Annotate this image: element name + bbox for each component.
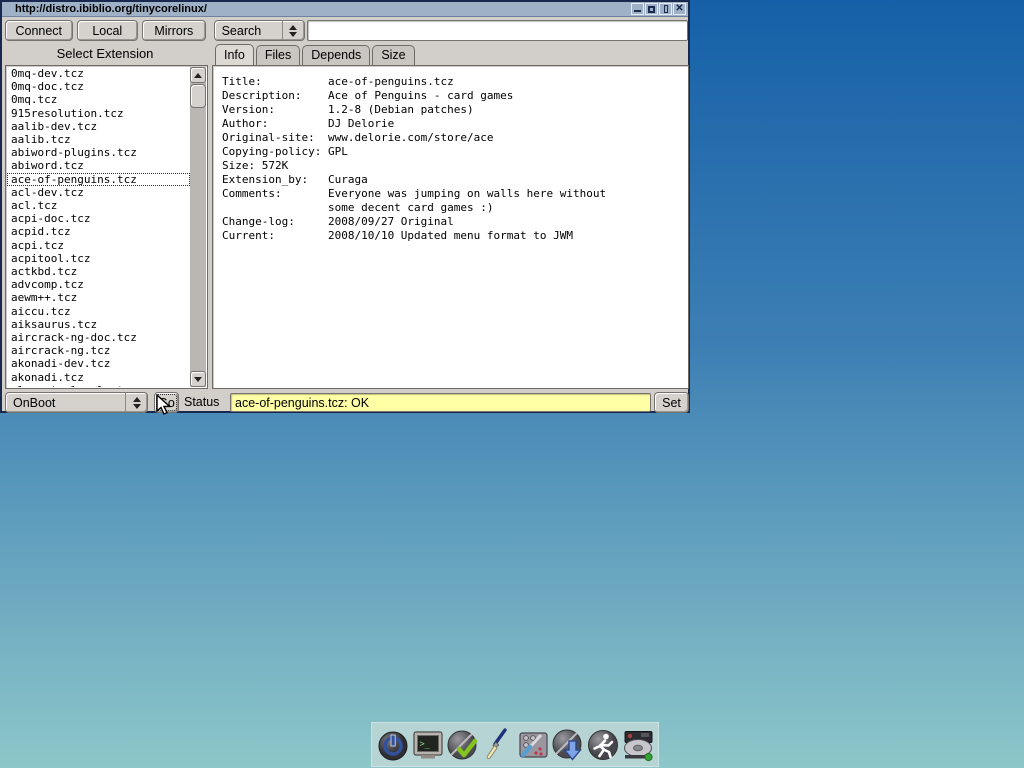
- list-item[interactable]: acpi.tcz: [7, 239, 190, 252]
- list-item[interactable]: akonadi-dev.tcz: [7, 357, 190, 370]
- list-item[interactable]: acpitool.tcz: [7, 252, 190, 265]
- go-button[interactable]: Go: [154, 392, 179, 413]
- mirrors-button[interactable]: Mirrors: [142, 20, 206, 41]
- info-panel: Title: ace-of-penguins.tcz Description: …: [212, 65, 689, 389]
- window-controls: ✕: [631, 3, 686, 15]
- minimize-button[interactable]: [631, 3, 644, 15]
- exit-icon[interactable]: [376, 728, 410, 762]
- search-mode-dropdown[interactable]: Search: [214, 20, 305, 41]
- shade-button[interactable]: [659, 3, 672, 15]
- bottom-bar: OnBoot Go Status Set: [2, 389, 688, 415]
- list-item[interactable]: aircrack-ng.tcz: [7, 344, 190, 357]
- connect-button[interactable]: Connect: [5, 20, 73, 41]
- list-item[interactable]: aewm++.tcz: [7, 291, 190, 304]
- status-label: Status: [184, 395, 219, 409]
- appbrowser-window: http://distro.ibiblio.org/tinycorelinux/…: [0, 0, 690, 413]
- set-button[interactable]: Set: [654, 392, 689, 413]
- dock: >_: [371, 722, 659, 767]
- close-button[interactable]: ✕: [673, 3, 686, 15]
- control-panel-icon[interactable]: [516, 728, 550, 762]
- shade-icon: [664, 5, 668, 13]
- list-item[interactable]: actkbd.tcz: [7, 265, 190, 278]
- tab-bar: Info Files Depends Size: [215, 44, 417, 65]
- maximize-button[interactable]: [645, 3, 658, 15]
- tab-depends[interactable]: Depends: [302, 45, 370, 65]
- scroll-down-button[interactable]: [190, 371, 206, 387]
- list-item[interactable]: 0mq.tcz: [7, 93, 190, 106]
- extension-list: 0mq-dev.tcz0mq-doc.tcz0mq.tcz915resoluti…: [7, 67, 190, 387]
- list-item[interactable]: 0mq-dev.tcz: [7, 67, 190, 80]
- window-title: http://distro.ibiblio.org/tinycorelinux/: [15, 3, 631, 15]
- list-item[interactable]: akonadi.tcz: [7, 371, 190, 384]
- status-field[interactable]: [230, 393, 651, 412]
- extension-listbox: 0mq-dev.tcz0mq-doc.tcz0mq.tcz915resoluti…: [5, 65, 208, 389]
- arrow-up-icon: [194, 73, 202, 78]
- install-mode-value: OnBoot: [6, 393, 125, 412]
- list-item[interactable]: aiccu.tcz: [7, 305, 190, 318]
- maximize-icon: [648, 6, 655, 13]
- extension-info-text: Title: ace-of-penguins.tcz Description: …: [213, 66, 688, 243]
- list-item[interactable]: acpi-doc.tcz: [7, 212, 190, 225]
- toolbar: Connect Local Mirrors Search: [2, 19, 688, 42]
- dropdown-arrows-icon: [125, 393, 147, 412]
- titlebar[interactable]: http://distro.ibiblio.org/tinycorelinux/…: [2, 2, 688, 17]
- local-button[interactable]: Local: [77, 20, 139, 41]
- list-item[interactable]: aircrack-ng-doc.tcz: [7, 331, 190, 344]
- run-icon[interactable]: [586, 728, 620, 762]
- close-icon: ✕: [675, 4, 683, 14]
- list-scrollbar[interactable]: [190, 67, 206, 387]
- svg-text:>_: >_: [419, 739, 430, 749]
- list-item[interactable]: 915resolution.tcz: [7, 107, 190, 120]
- list-item[interactable]: 0mq-doc.tcz: [7, 80, 190, 93]
- tab-info[interactable]: Info: [215, 44, 254, 65]
- desktop: { "window": { "title": "http://distro.ib…: [0, 0, 1024, 768]
- list-item[interactable]: advcomp.tcz: [7, 278, 190, 291]
- list-item[interactable]: abiword.tcz: [7, 159, 190, 172]
- list-item[interactable]: acl.tcz: [7, 199, 190, 212]
- minimize-icon: [634, 10, 641, 12]
- dropdown-arrows-icon: [282, 21, 304, 40]
- tab-size[interactable]: Size: [372, 45, 414, 65]
- list-item[interactable]: acl-dev.tcz: [7, 186, 190, 199]
- list-item[interactable]: ace-of-penguins.tcz: [7, 173, 190, 186]
- terminal-icon[interactable]: >_: [411, 728, 445, 762]
- paint-icon[interactable]: [481, 728, 515, 762]
- mount-tool-icon[interactable]: [621, 728, 655, 762]
- list-item[interactable]: aalib.tcz: [7, 133, 190, 146]
- list-item[interactable]: aalib-dev.tcz: [7, 120, 190, 133]
- search-mode-value: Search: [215, 21, 282, 40]
- list-item[interactable]: alacarte-locale.tcz: [7, 384, 190, 387]
- arrow-down-icon: [194, 377, 202, 382]
- header-row: Select Extension Info Files Depends Size: [2, 43, 688, 65]
- scroll-up-button[interactable]: [190, 67, 206, 83]
- list-item[interactable]: acpid.tcz: [7, 225, 190, 238]
- select-extension-label: Select Extension: [2, 46, 208, 61]
- search-input[interactable]: [307, 20, 688, 41]
- list-item[interactable]: abiword-plugins.tcz: [7, 146, 190, 159]
- tab-files[interactable]: Files: [256, 45, 300, 65]
- apps-audit-icon[interactable]: [446, 728, 480, 762]
- install-mode-dropdown[interactable]: OnBoot: [5, 392, 148, 413]
- list-item[interactable]: aiksaurus.tcz: [7, 318, 190, 331]
- app-browser-icon[interactable]: [551, 728, 585, 762]
- scrollbar-thumb[interactable]: [190, 84, 206, 108]
